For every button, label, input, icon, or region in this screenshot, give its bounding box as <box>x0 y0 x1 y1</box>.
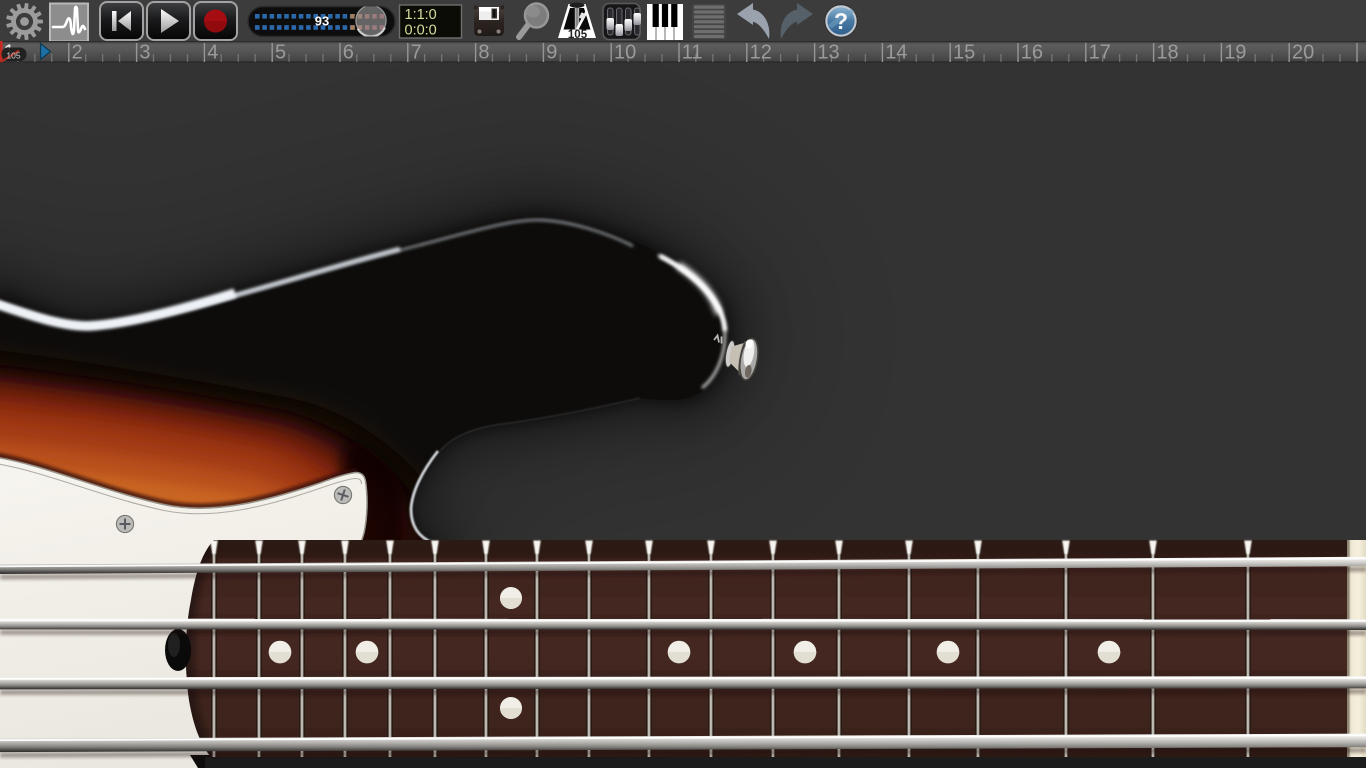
svg-text:2: 2 <box>72 42 83 64</box>
svg-text:13: 13 <box>817 42 839 64</box>
svg-text:?: ? <box>834 8 848 34</box>
svg-text:18: 18 <box>1156 42 1178 64</box>
svg-text:15: 15 <box>953 42 975 64</box>
svg-text:16: 16 <box>1021 42 1043 64</box>
svg-text:14: 14 <box>885 42 907 64</box>
svg-text:5: 5 <box>275 42 286 64</box>
svg-text:1:1:0: 1:1:0 <box>405 7 437 23</box>
svg-text:12: 12 <box>750 42 772 64</box>
svg-text:3: 3 <box>139 42 150 64</box>
svg-text:7: 7 <box>411 42 422 64</box>
svg-text:11: 11 <box>682 42 703 64</box>
svg-text:8: 8 <box>478 42 489 64</box>
svg-text:6: 6 <box>343 42 354 64</box>
svg-text:10: 10 <box>614 42 636 64</box>
svg-text:93: 93 <box>315 14 329 29</box>
svg-text:4: 4 <box>207 42 218 64</box>
svg-text:105: 105 <box>568 29 588 41</box>
svg-text:105: 105 <box>6 51 20 61</box>
svg-text:19: 19 <box>1224 42 1246 64</box>
svg-text:9: 9 <box>546 42 557 64</box>
svg-text:0:0:0: 0:0:0 <box>405 23 437 39</box>
svg-text:17: 17 <box>1089 42 1111 64</box>
svg-text:20: 20 <box>1292 42 1314 64</box>
